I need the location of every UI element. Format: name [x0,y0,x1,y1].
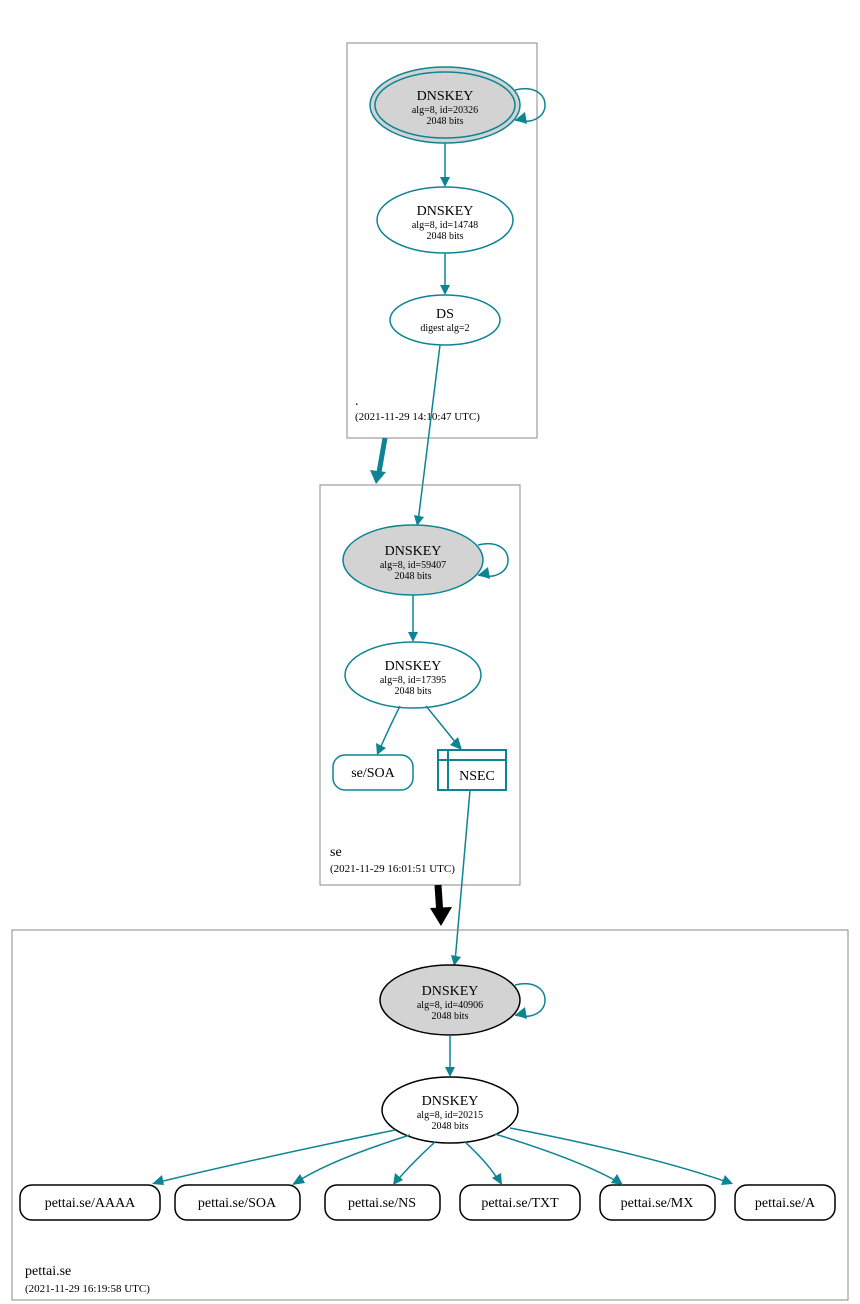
svg-text:alg=8, id=14748: alg=8, id=14748 [412,220,478,231]
pettai-ksk-node: DNSKEY alg=8, id=40906 2048 bits [380,965,520,1035]
pettai-zsk-node: DNSKEY alg=8, id=20215 2048 bits [382,1077,518,1143]
zone-root-label: . [355,394,359,409]
pettai-a-node: pettai.se/A [735,1185,835,1220]
pettai-soa-node: pettai.se/SOA [175,1185,300,1220]
zone-pettai-label: pettai.se [25,1264,71,1279]
svg-text:2048 bits: 2048 bits [395,686,432,697]
pettai-mx-node: pettai.se/MX [600,1185,715,1220]
ds-to-se-ksk [418,345,440,522]
zone-se-timestamp: (2021-11-29 16:01:51 UTC) [330,863,455,875]
pettai-txt-node: pettai.se/TXT [460,1185,580,1220]
svg-text:alg=8, id=59407: alg=8, id=59407 [380,560,446,571]
svg-text:2048 bits: 2048 bits [432,1011,469,1022]
zone-root-timestamp: (2021-11-29 14:10:47 UTC) [355,411,480,423]
zone-se-label: se [330,845,342,860]
se-soa-node: se/SOA [333,755,413,790]
svg-text:DNSKEY: DNSKEY [422,1094,479,1109]
svg-text:DNSKEY: DNSKEY [422,984,479,999]
se-ksk-node: DNSKEY alg=8, id=59407 2048 bits [343,525,483,595]
svg-text:pettai.se/NS: pettai.se/NS [348,1196,416,1211]
svg-text:pettai.se/MX: pettai.se/MX [621,1196,694,1211]
svg-text:se/SOA: se/SOA [351,766,395,781]
svg-text:2048 bits: 2048 bits [427,231,464,242]
zone-pettai-timestamp: (2021-11-29 16:19:58 UTC) [25,1283,150,1295]
svg-text:2048 bits: 2048 bits [395,571,432,582]
svg-text:2048 bits: 2048 bits [432,1121,469,1132]
svg-text:alg=8, id=17395: alg=8, id=17395 [380,675,446,686]
svg-text:alg=8, id=20326: alg=8, id=20326 [412,105,478,116]
se-zsk-node: DNSKEY alg=8, id=17395 2048 bits [345,642,481,708]
pettai-ns-node: pettai.se/NS [325,1185,440,1220]
root-zsk-node: DNSKEY alg=8, id=14748 2048 bits [377,187,513,253]
svg-text:DNSKEY: DNSKEY [385,659,442,674]
svg-text:alg=8, id=40906: alg=8, id=40906 [417,1000,483,1011]
svg-text:DNSKEY: DNSKEY [417,204,474,219]
svg-text:digest alg=2: digest alg=2 [420,323,469,334]
svg-text:DS: DS [436,307,454,322]
svg-text:NSEC: NSEC [459,769,495,784]
svg-text:DNSKEY: DNSKEY [417,89,474,104]
nsec-to-pettai-ksk [455,790,470,962]
svg-text:pettai.se/A: pettai.se/A [755,1196,816,1211]
pettai-aaaa-node: pettai.se/AAAA [20,1185,160,1220]
svg-text:DNSKEY: DNSKEY [385,544,442,559]
se-nsec-node: NSEC [438,750,506,790]
svg-text:alg=8, id=20215: alg=8, id=20215 [417,1110,483,1121]
svg-text:pettai.se/SOA: pettai.se/SOA [198,1196,277,1211]
root-ds-node: DS digest alg=2 [390,295,500,345]
svg-text:2048 bits: 2048 bits [427,116,464,127]
dnssec-graph: . (2021-11-29 14:10:47 UTC) DNSKEY alg=8… [0,0,860,1304]
svg-text:pettai.se/TXT: pettai.se/TXT [481,1196,559,1211]
root-ksk-node: DNSKEY alg=8, id=20326 2048 bits [370,67,520,143]
svg-text:pettai.se/AAAA: pettai.se/AAAA [45,1196,136,1211]
